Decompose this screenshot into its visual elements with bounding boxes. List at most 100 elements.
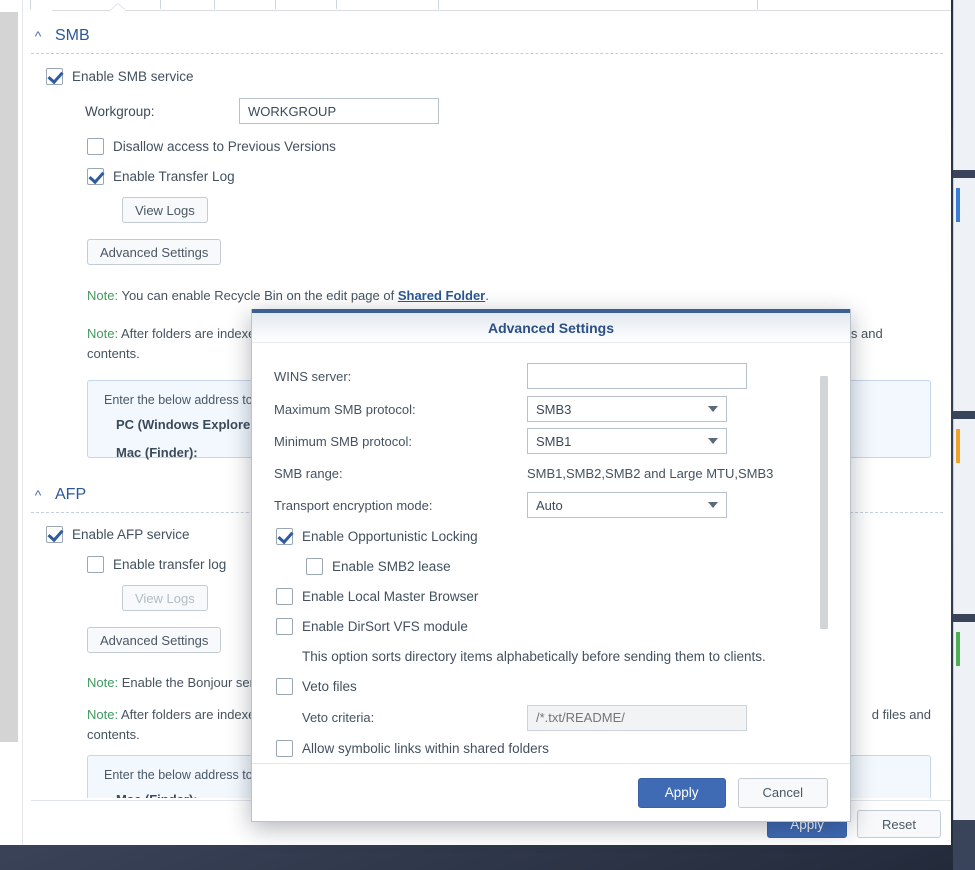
widget-divider (953, 411, 975, 419)
tab-separator (438, 0, 439, 9)
widget-accent-bar (956, 429, 960, 463)
chevron-up-icon[interactable]: ^ (31, 29, 45, 43)
row-veto-criteria: Veto criteria: (302, 702, 850, 733)
dialog-footer: Apply Cancel (252, 763, 850, 821)
row-wins-server: WINS server: (274, 359, 850, 393)
label-enable-transfer-log-smb: Enable Transfer Log (113, 169, 235, 184)
tab-separator (30, 0, 31, 9)
label-enable-opportunistic-locking: Enable Opportunistic Locking (302, 528, 478, 544)
widget-panel[interactable] (953, 178, 975, 411)
advanced-settings-button-smb[interactable]: Advanced Settings (87, 239, 222, 265)
chevron-down-icon[interactable] (708, 406, 718, 412)
chevron-down-icon[interactable] (708, 438, 718, 444)
widget-panel[interactable] (953, 419, 975, 614)
chevron-down-icon[interactable] (708, 502, 718, 508)
label-allow-symlinks-within: Allow symbolic links within shared folde… (302, 741, 549, 756)
label-transport-encryption: Transport encryption mode: (274, 497, 433, 513)
smb-enable-row[interactable]: Enable SMB service (46, 68, 951, 85)
checkbox-veto-files[interactable] (276, 678, 293, 695)
label-enable-dirsort-vfs: Enable DirSort VFS module (302, 618, 468, 634)
smb-transfer-log-row[interactable]: Enable Transfer Log (87, 168, 951, 185)
checkbox-enable-local-master-browser[interactable] (276, 587, 293, 605)
view-logs-button-afp: View Logs (122, 585, 208, 611)
label-veto-files: Veto files (302, 679, 357, 694)
widget-accent-bar (956, 632, 960, 666)
widget-panel[interactable] (953, 0, 975, 170)
row-dirsort[interactable]: Enable DirSort VFS module (276, 611, 850, 641)
checkbox-enable-dirsort-vfs[interactable] (276, 617, 293, 635)
dialog-scrollbar[interactable] (820, 376, 828, 629)
section-header-smb[interactable]: ^ SMB (23, 19, 951, 53)
select-transport-encryption[interactable]: Auto (527, 492, 727, 518)
desktop-widget-column (953, 0, 975, 870)
input-veto-criteria[interactable] (527, 704, 747, 731)
tab-underline (52, 10, 951, 11)
section-title-afp: AFP (55, 486, 87, 503)
link-shared-folder[interactable]: Shared Folder (398, 288, 485, 303)
label-enable-local-master-browser: Enable Local Master Browser (302, 588, 479, 604)
checkbox-enable-opportunistic-locking[interactable] (276, 527, 293, 545)
dialog-body: WINS server: Maximum SMB protocol: SMB3 … (252, 343, 850, 783)
note-tag: Note: (87, 326, 119, 341)
chevron-up-icon[interactable]: ^ (31, 488, 45, 502)
tab-separator (275, 0, 276, 9)
row-local-master-browser[interactable]: Enable Local Master Browser (276, 581, 850, 611)
reset-button[interactable]: Reset (857, 810, 941, 838)
label-workgroup: Workgroup: (85, 103, 155, 119)
value-smb-range: SMB1,SMB2,SMB2 and Large MTU,SMB3 (527, 465, 774, 481)
note-text: You can enable Recycle Bin on the edit p… (121, 288, 395, 303)
widget-divider (953, 820, 975, 870)
note-period: . (485, 288, 489, 303)
view-logs-button-smb[interactable]: View Logs (122, 197, 208, 223)
checkbox-enable-smb2-lease[interactable] (306, 557, 323, 575)
widget-panel[interactable] (953, 622, 975, 820)
tab-separator (214, 0, 215, 9)
row-symlink-within[interactable]: Allow symbolic links within shared folde… (276, 733, 850, 764)
smb-disallow-row[interactable]: Disallow access to Previous Versions (87, 138, 951, 155)
note-text-post: d files and (871, 707, 931, 722)
note-text-pre: After folders are indexed (120, 707, 263, 722)
window-left-scrollbar[interactable] (0, 12, 18, 742)
smb-advanced-row: Advanced Settings (87, 239, 951, 265)
dialog-cancel-button[interactable]: Cancel (737, 777, 828, 808)
smb-workgroup-row: Workgroup: (85, 98, 951, 124)
row-smb2-lease[interactable]: Enable SMB2 lease (306, 551, 850, 581)
checkbox-enable-transfer-log-afp[interactable] (87, 556, 104, 573)
advanced-settings-dialog: Advanced Settings WINS server: Maximum S… (251, 309, 851, 822)
label-wins-server: WINS server: (274, 368, 352, 384)
label-veto-criteria: Veto criteria: (302, 710, 375, 725)
input-wins-server[interactable] (527, 363, 747, 389)
label-min-smb-protocol: Minimum SMB protocol: (274, 433, 412, 449)
advanced-settings-button-afp[interactable]: Advanced Settings (87, 627, 222, 653)
row-oplock[interactable]: Enable Opportunistic Locking (276, 521, 850, 551)
tab-strip (22, 0, 951, 12)
row-smb-range: SMB range: SMB1,SMB2,SMB2 and Large MTU,… (274, 457, 850, 489)
select-max-smb-protocol[interactable]: SMB3 (527, 396, 727, 422)
dialog-apply-button[interactable]: Apply (637, 777, 726, 808)
row-min-smb-protocol: Minimum SMB protocol: SMB1 (274, 425, 850, 457)
input-workgroup[interactable] (239, 98, 439, 124)
select-min-smb-protocol[interactable]: SMB1 (527, 428, 727, 454)
smb-note-recycle-bin: Note: You can enable Recycle Bin on the … (87, 286, 951, 306)
select-transport-encryption-value: Auto (536, 497, 563, 513)
checkbox-enable-transfer-log-smb[interactable] (87, 168, 104, 185)
section-divider-smb (31, 53, 943, 54)
select-min-smb-protocol-value: SMB1 (536, 433, 572, 449)
tab-separator (757, 0, 758, 9)
widget-divider (953, 614, 975, 622)
row-dirsort-hint: This option sorts directory items alphab… (302, 641, 850, 671)
row-max-smb-protocol: Maximum SMB protocol: SMB3 (274, 393, 850, 425)
row-veto-files[interactable]: Veto files (276, 671, 850, 702)
label-max-smb-protocol: Maximum SMB protocol: (274, 401, 416, 417)
note-tag: Note: (87, 288, 119, 303)
screen-root: ^ SMB Enable SMB service Workgroup: Disa… (0, 0, 975, 870)
label-enable-smb2-lease: Enable SMB2 lease (332, 558, 451, 574)
select-max-smb-protocol-value: SMB3 (536, 401, 572, 417)
checkbox-enable-smb-service[interactable] (46, 68, 63, 85)
checkbox-allow-symlinks-within[interactable] (276, 740, 293, 757)
dialog-title: Advanced Settings (252, 313, 850, 343)
checkbox-enable-afp-service[interactable] (46, 526, 63, 543)
active-tab-notch (110, 4, 126, 11)
widget-accent-bar (956, 188, 960, 222)
checkbox-disallow-previous-versions[interactable] (87, 138, 104, 155)
